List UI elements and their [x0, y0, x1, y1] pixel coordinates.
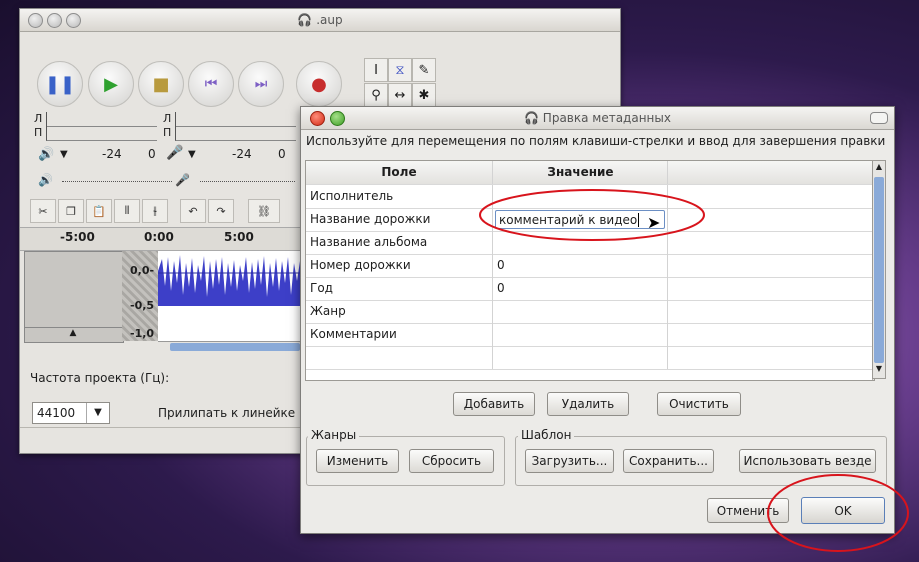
annotation-ellipse-ok [767, 474, 909, 552]
annotation-overlay [479, 189, 909, 552]
annotation-ellipse-title [479, 189, 705, 241]
